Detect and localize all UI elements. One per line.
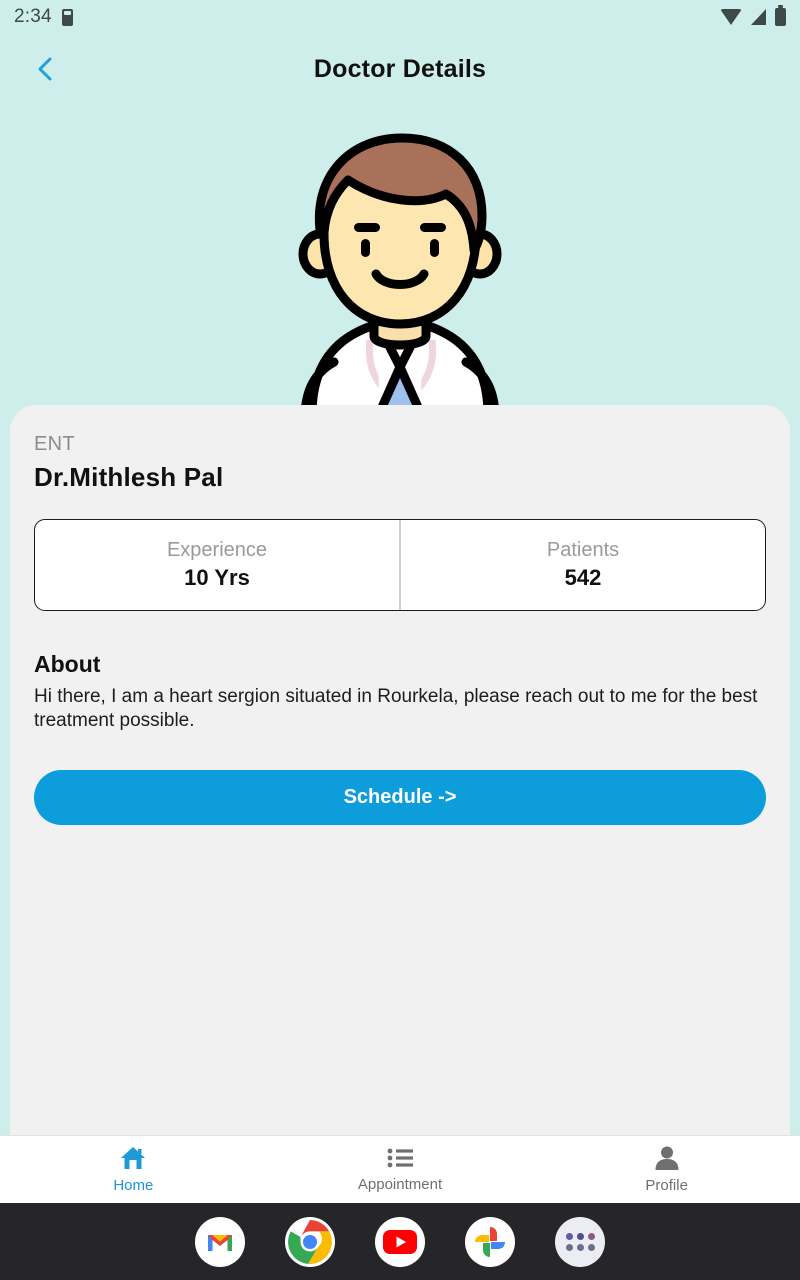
sim-card-icon <box>61 8 73 26</box>
doctor-stats-box: Experience 10 Yrs Patients 542 <box>34 519 766 611</box>
stat-patients: Patients 542 <box>399 520 765 610</box>
stat-experience-label: Experience <box>166 539 268 561</box>
photos-glyph <box>475 1226 505 1257</box>
bottom-navigation-bar: Home Appointment Profile <box>0 1135 800 1203</box>
doctor-details-card: ENT Dr.Mithlesh Pal Experience 10 Yrs Pa… <box>10 405 790 1135</box>
cellular-signal-icon <box>751 9 766 25</box>
doctor-avatar-illustration <box>298 133 502 414</box>
gmail-icon[interactable] <box>195 1216 245 1267</box>
schedule-button[interactable]: Schedule -> <box>34 769 766 825</box>
wifi-icon <box>720 9 742 25</box>
nav-item-appointment[interactable]: Appointment <box>267 1136 534 1203</box>
page-title: Doctor Details <box>313 54 487 83</box>
android-dock <box>0 1203 800 1280</box>
status-bar-clock: 2:34 <box>14 6 52 27</box>
nav-item-appointment-label: Appointment <box>357 1176 443 1193</box>
person-icon <box>655 1146 679 1170</box>
chrome-icon[interactable] <box>285 1216 335 1267</box>
nav-item-home[interactable]: Home <box>0 1136 267 1203</box>
back-button[interactable] <box>28 52 62 86</box>
stat-experience: Experience 10 Yrs <box>35 520 399 610</box>
youtube-icon[interactable] <box>375 1216 425 1267</box>
stat-patients-label: Patients <box>546 539 620 561</box>
app-drawer-dots <box>565 1232 595 1251</box>
youtube-glyph <box>383 1229 417 1254</box>
status-bar-right <box>720 5 786 26</box>
nav-item-profile[interactable]: Profile <box>533 1136 800 1203</box>
nav-item-profile-label: Profile <box>645 1177 688 1194</box>
status-bar: 2:34 <box>0 0 800 34</box>
gmail-glyph <box>208 1234 232 1251</box>
doctor-specialty: ENT <box>34 433 75 455</box>
about-description: Hi there, I am a heart sergion situated … <box>34 686 758 731</box>
list-icon <box>387 1148 413 1168</box>
stat-patients-value: 542 <box>564 565 602 590</box>
google-photos-icon[interactable] <box>465 1216 515 1267</box>
home-icon <box>121 1147 146 1169</box>
about-heading: About <box>34 651 101 677</box>
chrome-glyph <box>288 1219 332 1264</box>
app-bar: Doctor Details <box>0 34 800 104</box>
status-bar-left: 2:34 <box>14 6 73 28</box>
doctor-name: Dr.Mithlesh Pal <box>34 462 224 492</box>
battery-icon <box>775 5 786 26</box>
doctor-hero-image <box>0 104 800 414</box>
chevron-left-icon <box>38 57 52 81</box>
stat-experience-value: 10 Yrs <box>184 565 250 590</box>
nav-item-home-label: Home <box>113 1177 154 1194</box>
app-drawer-icon[interactable] <box>555 1216 605 1267</box>
